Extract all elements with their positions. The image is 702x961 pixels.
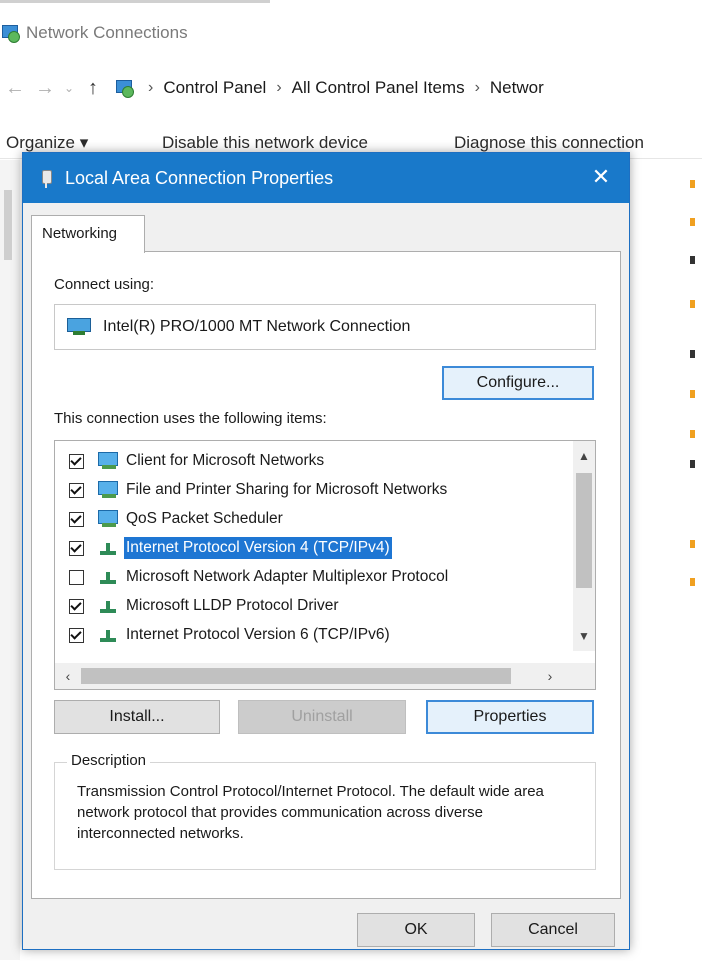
breadcrumb-separator-icon: ›	[276, 79, 282, 96]
list-item[interactable]: Microsoft LLDP Protocol Driver	[55, 592, 565, 620]
description-text: Transmission Control Protocol/Internet P…	[77, 783, 544, 842]
address-bar[interactable]: ← → ⌄ ↑ › Control Panel › All Control Pa…	[0, 70, 702, 106]
scroll-down-icon[interactable]: ▼	[573, 625, 595, 647]
breadcrumb-network[interactable]: Networ	[490, 78, 544, 98]
adapter-field: Intel(R) PRO/1000 MT Network Connection	[54, 304, 596, 350]
networking-panel: Connect using: Intel(R) PRO/1000 MT Netw…	[31, 251, 621, 899]
window-top-border	[0, 0, 270, 3]
disable-device-command[interactable]: Disable this network device	[162, 133, 368, 153]
adapter-name: Intel(R) PRO/1000 MT Network Connection	[103, 318, 411, 335]
checkbox[interactable]	[69, 569, 84, 585]
protocol-icon	[98, 597, 120, 615]
breadcrumb-separator-icon: ›	[474, 79, 480, 96]
scroll-left-icon[interactable]: ‹	[57, 663, 79, 689]
tab-strip: Networking	[23, 215, 629, 253]
network-plug-icon	[39, 168, 53, 188]
network-connections-icon	[0, 23, 20, 43]
list-item[interactable]: File and Printer Sharing for Microsoft N…	[55, 476, 565, 504]
client-icon	[98, 481, 120, 499]
uninstall-button[interactable]: Uninstall	[238, 700, 406, 734]
back-arrow-icon[interactable]: ←	[0, 77, 30, 100]
connect-using-label: Connect using:	[54, 276, 155, 293]
list-item[interactable]: Internet Protocol Version 6 (TCP/IPv6)	[55, 621, 565, 649]
components-list[interactable]: Client for Microsoft Networks File and P…	[54, 440, 596, 690]
network-adapter-icon	[67, 318, 91, 336]
list-item-label: Internet Protocol Version 4 (TCP/IPv4)	[124, 537, 392, 559]
description-group: Description Transmission Control Protoco…	[54, 752, 596, 870]
navigation-pane	[0, 160, 20, 960]
list-item[interactable]: QoS Packet Scheduler	[55, 505, 565, 533]
list-item-label: File and Printer Sharing for Microsoft N…	[126, 481, 448, 498]
properties-button[interactable]: Properties	[426, 700, 594, 734]
scroll-right-icon[interactable]: ›	[539, 663, 561, 689]
list-item[interactable]: Microsoft Network Adapter Multiplexor Pr…	[55, 563, 565, 591]
dialog-title: Local Area Connection Properties	[65, 167, 334, 188]
close-icon[interactable]: ✕	[587, 163, 615, 191]
explorer-title: Network Connections	[26, 23, 188, 42]
client-icon	[98, 452, 120, 470]
configure-button[interactable]: Configure...	[442, 366, 594, 400]
client-icon	[98, 510, 120, 528]
list-item-label: Internet Protocol Version 6 (TCP/IPv6)	[126, 626, 390, 643]
ok-button[interactable]: OK	[357, 913, 475, 947]
list-item-label: Microsoft Network Adapter Multiplexor Pr…	[126, 568, 449, 585]
forward-arrow-icon[interactable]: →	[30, 77, 60, 100]
horizontal-scrollbar[interactable]: ‹ ›	[55, 663, 595, 689]
dialog-titlebar[interactable]: Local Area Connection Properties ✕	[23, 153, 629, 203]
vertical-scrollbar[interactable]: ▲ ▼	[573, 441, 595, 651]
list-item-label: Microsoft LLDP Protocol Driver	[126, 597, 339, 614]
list-item-label: Client for Microsoft Networks	[126, 452, 325, 469]
properties-dialog: Local Area Connection Properties ✕ Netwo…	[22, 152, 630, 950]
list-item-label: QoS Packet Scheduler	[126, 510, 283, 527]
breadcrumb-control-panel[interactable]: Control Panel	[163, 78, 266, 98]
cancel-button[interactable]: Cancel	[491, 913, 615, 947]
list-item[interactable]: Client for Microsoft Networks	[55, 447, 565, 475]
checkbox[interactable]	[69, 511, 84, 527]
recent-chevron-icon[interactable]: ⌄	[60, 81, 78, 95]
scroll-up-icon[interactable]: ▲	[573, 445, 595, 467]
control-panel-icon	[114, 78, 134, 98]
checkbox[interactable]	[69, 598, 84, 614]
tab-networking[interactable]: Networking	[31, 215, 145, 253]
checkbox[interactable]	[69, 627, 84, 643]
list-item-selected[interactable]: Internet Protocol Version 4 (TCP/IPv4)	[55, 534, 565, 562]
breadcrumb-separator-icon: ›	[148, 79, 154, 96]
checkbox[interactable]	[69, 453, 84, 469]
checkbox[interactable]	[69, 482, 84, 498]
checkbox[interactable]	[69, 540, 84, 556]
breadcrumb: › Control Panel › All Control Panel Item…	[138, 78, 544, 98]
description-legend: Description	[67, 752, 151, 769]
vertical-scroll-thumb[interactable]	[576, 473, 592, 588]
organize-menu[interactable]: Organize ▾	[6, 133, 88, 153]
diagnose-connection-command[interactable]: Diagnose this connection	[454, 133, 644, 153]
connection-status-strip	[690, 180, 696, 600]
protocol-icon	[98, 626, 120, 644]
breadcrumb-all-items[interactable]: All Control Panel Items	[292, 78, 465, 98]
horizontal-scroll-thumb[interactable]	[81, 668, 511, 684]
protocol-icon	[98, 539, 120, 557]
explorer-titlebar: Network Connections	[0, 18, 188, 48]
up-arrow-icon[interactable]: ↑	[78, 77, 108, 100]
install-button[interactable]: Install...	[54, 700, 220, 734]
items-label: This connection uses the following items…	[54, 410, 327, 427]
protocol-icon	[98, 568, 120, 586]
